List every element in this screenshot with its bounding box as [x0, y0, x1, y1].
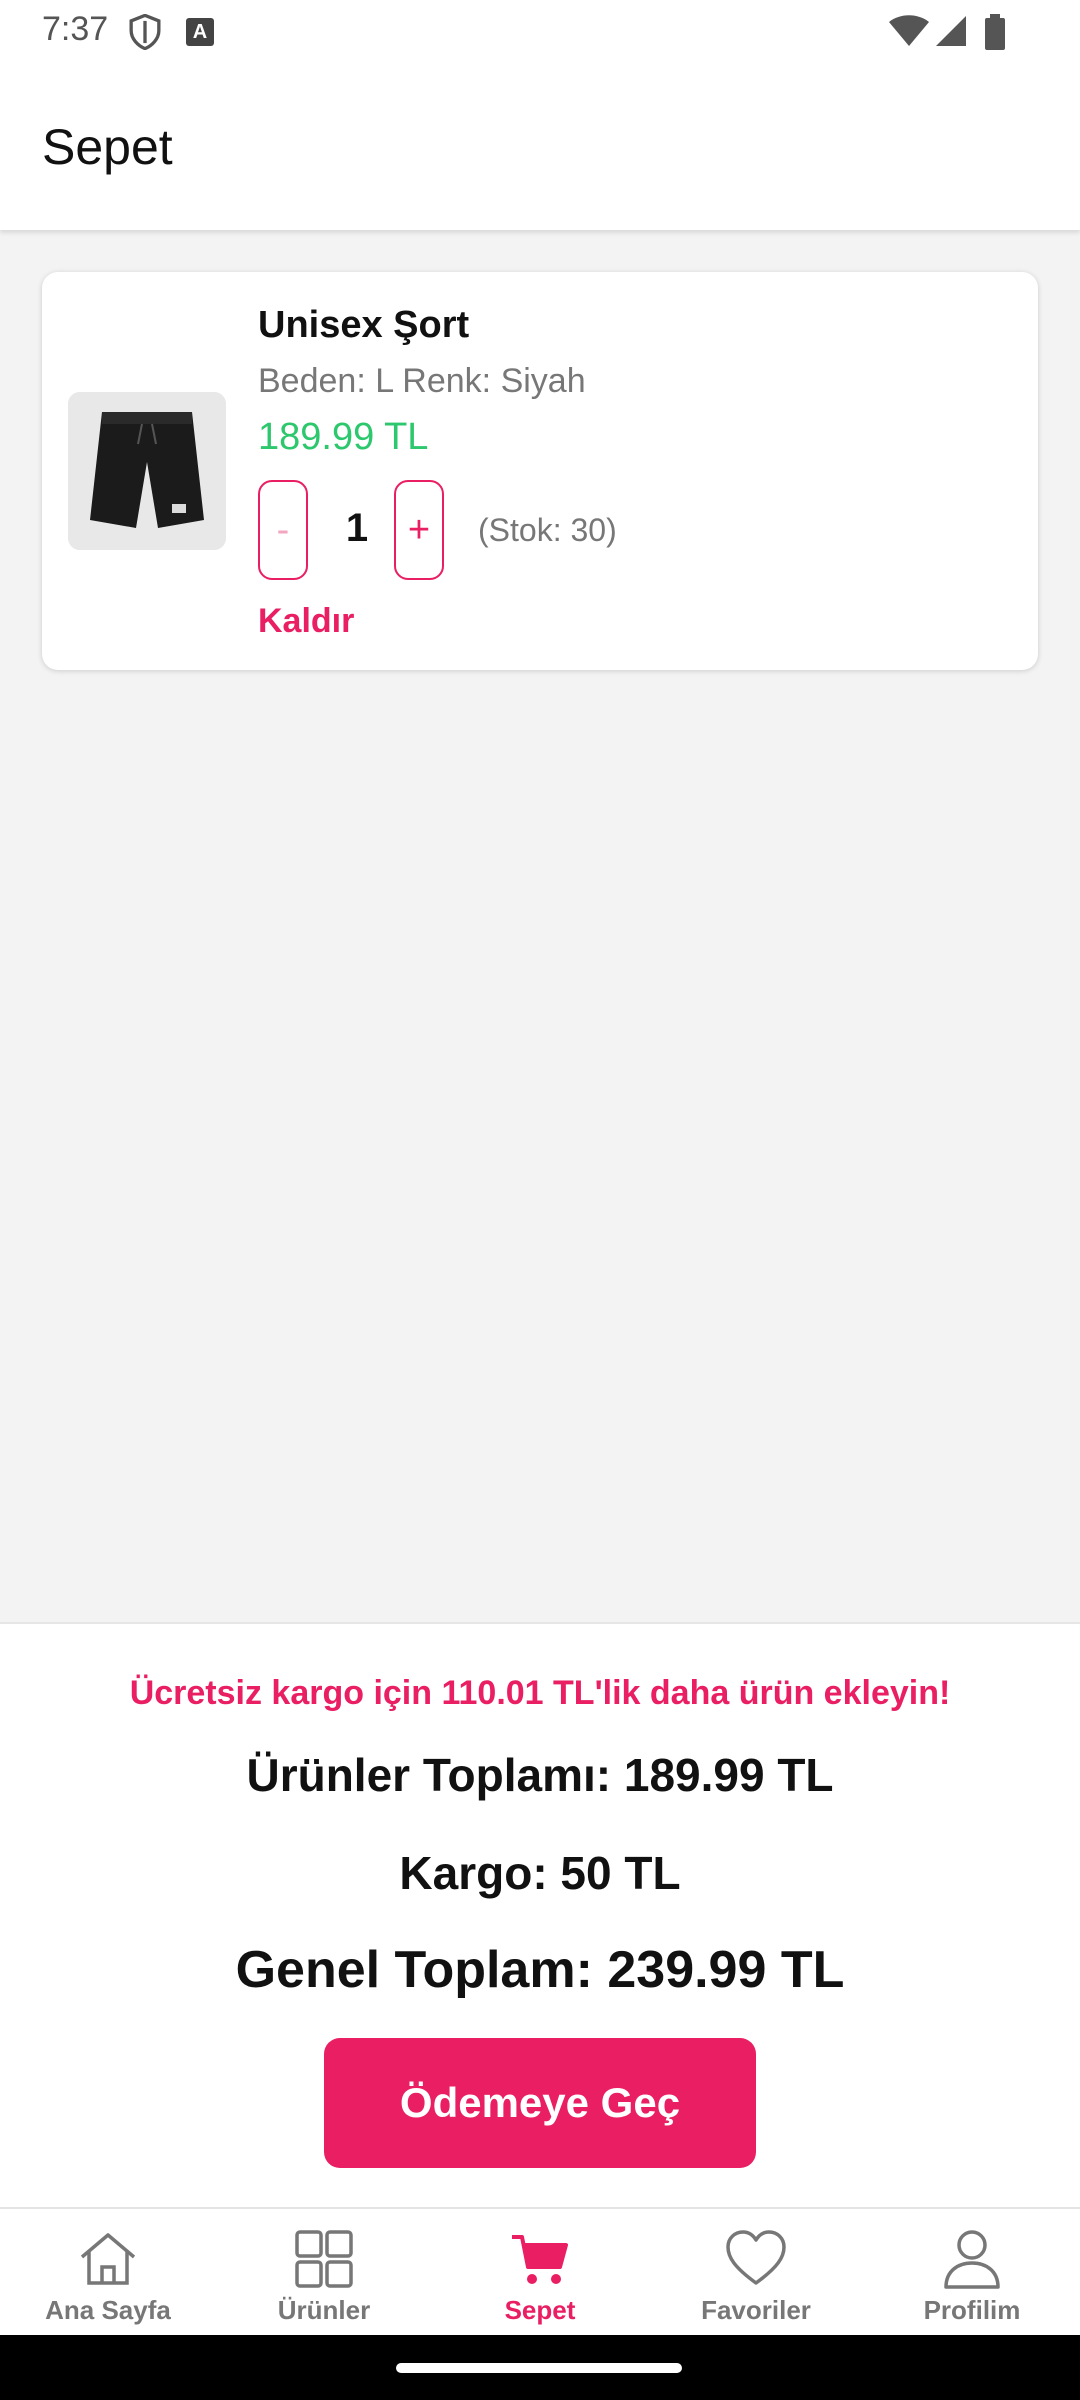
nav-item-home[interactable]: Ana Sayfa: [0, 2209, 216, 2337]
home-icon: [80, 2233, 136, 2285]
nav-label-cart: Sepet: [504, 2295, 576, 2325]
page-title: Sepet: [42, 119, 173, 175]
nav-label-favorites: Favoriler: [701, 2295, 811, 2325]
nav-label-products: Ürünler: [277, 2295, 371, 2325]
gesture-handle[interactable]: [396, 2363, 682, 2373]
product-variant: Beden: L Renk: Siyah: [258, 362, 586, 400]
shield-icon: [129, 14, 161, 50]
cargo-cost: Kargo: 50 TL: [399, 1847, 681, 1899]
grid-icon: [295, 2230, 353, 2288]
product-image[interactable]: [68, 392, 226, 550]
heart-icon: [726, 2230, 786, 2285]
increase-quantity-button[interactable]: +: [394, 480, 444, 580]
status-time: 7:37: [42, 10, 109, 48]
decrease-quantity-button[interactable]: -: [258, 480, 308, 580]
black-shorts-image: [68, 392, 226, 550]
product-price: 189.99 TL: [258, 416, 429, 458]
nav-label-home: Ana Sayfa: [45, 2295, 171, 2325]
product-name: Unisex Şort: [258, 304, 470, 346]
stock-info: (Stok: 30): [478, 512, 617, 548]
products-total: Ürünler Toplamı: 189.99 TL: [246, 1749, 834, 1801]
free-shipping-notice: Ücretsiz kargo için 110.01 TL'lik daha ü…: [129, 1674, 951, 1712]
system-navigation-bar: [0, 2335, 1080, 2400]
app-bar: Sepet: [0, 62, 1080, 230]
status-bar: 7:37 A: [0, 0, 1080, 62]
person-icon: [944, 2230, 1000, 2289]
cart-summary: Ücretsiz kargo için 110.01 TL'lik daha ü…: [0, 1622, 1080, 2207]
nav-label-profile: Profilim: [923, 2295, 1021, 2325]
wifi-icon: [889, 15, 929, 46]
nav-item-profile[interactable]: Profilim: [864, 2209, 1080, 2337]
text-a-icon: A: [186, 18, 214, 46]
bottom-nav: Ana Sayfa Ürünler Sepet Favoriler Profil…: [0, 2207, 1080, 2335]
battery-icon: [985, 14, 1005, 50]
nav-item-favorites[interactable]: Favoriler: [648, 2209, 864, 2337]
cart-icon: [512, 2235, 568, 2284]
nav-item-products[interactable]: Ürünler: [216, 2209, 432, 2337]
checkout-button[interactable]: Ödemeye Geç: [324, 2038, 756, 2168]
quantity-value: 1: [345, 506, 369, 550]
remove-button[interactable]: Kaldır: [258, 602, 354, 641]
grand-total: Genel Toplam: 239.99 TL: [235, 1941, 845, 1999]
nav-item-cart[interactable]: Sepet: [432, 2209, 648, 2337]
cart-item-card: Unisex Şort Beden: L Renk: Siyah 189.99 …: [42, 272, 1038, 670]
signal-icon: [936, 16, 966, 46]
